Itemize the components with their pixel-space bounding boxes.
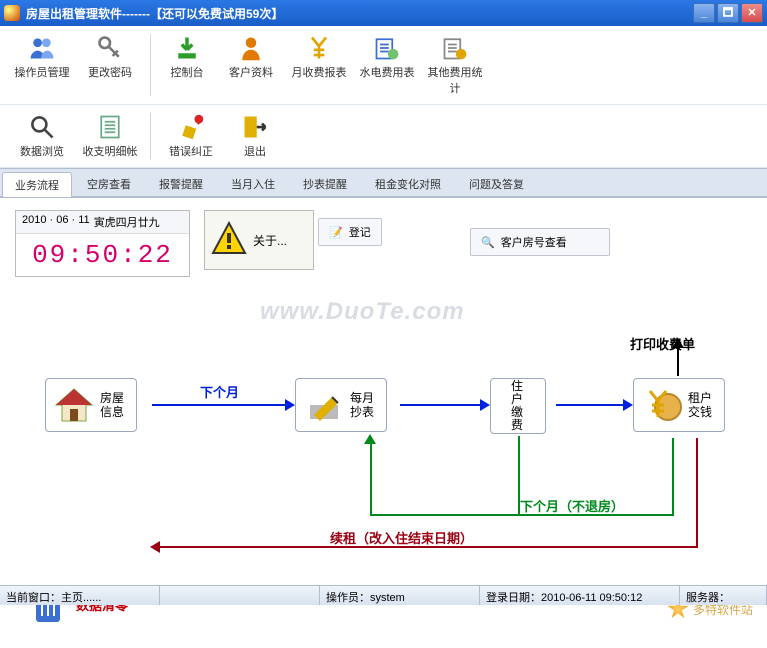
change-password-button[interactable]: 更改密码 [76,30,144,100]
print-receipt-label: 打印收费单 [630,334,695,353]
title-text: 房屋出租管理软件-------【还可以免费试用59次】 [26,5,283,22]
tab-meter-remind[interactable]: 抄表提醒 [290,171,360,196]
customer-data-button[interactable]: 客户资料 [217,30,285,100]
arrow-icon [285,399,295,411]
node-house-info[interactable]: 房屋 信息 [45,378,137,432]
edge-green-v3 [672,438,674,516]
coin-label: 租户 交钱 [688,391,716,419]
workflow-diagram: 打印收费单 房屋 信息 每月 抄表 住户缴费 租户 交钱 [0,348,767,608]
house-icon [54,385,94,425]
exit-icon [239,113,271,141]
edge-label-next-month: 下个月 [200,382,239,401]
edge-coin-print [677,346,679,376]
tab-rent-change[interactable]: 租金变化对照 [362,171,454,196]
other-fee-icon [439,34,471,62]
content-area: 2010 · 06 · 11 寅虎四月廿九 09:50:22 关于... 📝 登… [0,198,767,648]
watermark-text: www.DuoTe.com [260,298,465,326]
edge-label-next-month-noexit: 下个月（不退房） [520,496,624,515]
edge-red-v1 [696,438,698,546]
lunar-text: 寅虎四月廿九 [94,214,160,230]
tab-alarm[interactable]: 报警提醒 [146,171,216,196]
toolbar-row-2: 数据浏览 收支明细帐 错误纠正 退出 [0,105,767,168]
error-correct-button[interactable]: 错误纠正 [157,109,225,163]
users-icon [26,34,58,62]
pencil-error-icon [175,113,207,141]
meter-pencil-icon [304,385,344,425]
register-icon: 📝 [329,226,343,239]
date-time-panel: 2010 · 06 · 11 寅虎四月廿九 09:50:22 [15,210,190,277]
status-login-date: 登录日期：2010-06-11 09:50:12 [480,586,680,605]
status-operator: 操作员：system [320,586,480,605]
app-icon [4,5,20,21]
yen-report-icon [303,34,335,62]
other-fee-button[interactable]: 其他费用统计 [421,30,489,100]
browse-data-button[interactable]: 数据浏览 [8,109,76,163]
toolbar-separator [150,113,151,159]
download-icon [171,34,203,62]
keys-icon [94,34,126,62]
arrow-up-green-icon [364,434,376,444]
clock-text: 09:50:22 [16,234,189,276]
tab-vacancy[interactable]: 空房查看 [74,171,144,196]
warning-icon [205,219,253,262]
status-server: 服务器： [680,586,767,605]
pay-label: 住户缴费 [511,380,525,432]
edge-house-meter [152,404,285,406]
status-current-window: 当前窗口：主页...... [0,586,160,605]
tab-workflow[interactable]: 业务流程 [2,172,72,197]
edge-pay-coin [556,404,623,406]
close-button[interactable]: ✕ [741,3,763,23]
edge-meter-pay [400,404,480,406]
toolbar-separator [150,34,151,96]
register-button[interactable]: 📝 登记 [318,218,382,246]
tab-qa[interactable]: 问题及答复 [456,171,537,196]
util-report-icon [371,34,403,62]
meter-label: 每月 抄表 [350,391,378,419]
status-empty [160,586,320,605]
monthly-fee-report-button[interactable]: 月收费报表 [285,30,353,100]
arrow-up-icon [672,338,684,348]
lookup-icon: 🔍 [481,236,495,249]
arrow-icon [623,399,633,411]
console-button[interactable]: 控制台 [157,30,217,100]
arrow-icon [480,399,490,411]
operator-manage-button[interactable]: 操作员管理 [8,30,76,100]
maximize-button[interactable]: 🗖 [717,3,739,23]
tab-strip: 业务流程 空房查看 报警提醒 当月入住 抄表提醒 租金变化对照 问题及答复 [0,168,767,196]
node-collect-money[interactable]: 租户 交钱 [633,378,725,432]
date-text: 2010 · 06 · 11 [22,214,90,230]
edge-green-v2 [370,440,372,516]
tab-month-checkin[interactable]: 当月入住 [218,171,288,196]
magnify-icon [26,113,58,141]
arrow-left-red-icon [150,541,160,553]
status-bar: 当前窗口：主页...... 操作员：system 登录日期：2010-06-11… [0,585,767,605]
about-label: 关于... [253,232,287,249]
edge-label-renew: 续租（改入住结束日期） [330,528,473,547]
utility-fee-button[interactable]: 水电费用表 [353,30,421,100]
ledger-icon [94,113,126,141]
house-label: 房屋 信息 [100,391,128,419]
exit-button[interactable]: 退出 [225,109,285,163]
about-popup[interactable]: 关于... [204,210,314,270]
node-monthly-meter[interactable]: 每月 抄表 [295,378,387,432]
node-tenant-pay[interactable]: 住户缴费 [490,378,546,434]
income-ledger-button[interactable]: 收支明细帐 [76,109,144,163]
toolbar-row-1: 操作员管理 更改密码 控制台 客户资料 月收费报表 水电费用表 其他费用统计 [0,26,767,105]
money-icon [642,385,682,425]
person-icon [235,34,267,62]
titlebar: 房屋出租管理软件-------【还可以免费试用59次】 _ 🗖 ✕ [0,0,767,26]
minimize-button[interactable]: _ [693,3,715,23]
lookup-room-button[interactable]: 🔍 客户房号查看 [470,228,610,256]
